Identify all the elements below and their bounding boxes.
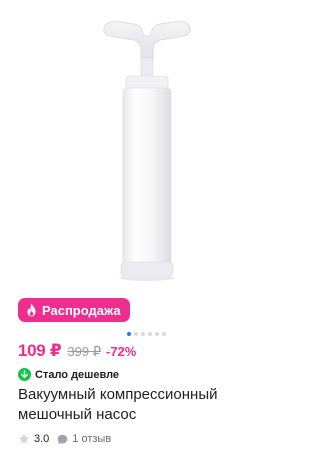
gallery-dots[interactable] — [127, 332, 166, 336]
price-drop-indicator: Стало дешевле — [18, 368, 119, 381]
rating-row: 3.0 1 отзыв — [18, 433, 111, 445]
gallery-dot[interactable] — [155, 332, 159, 336]
gallery-dot[interactable] — [134, 332, 138, 336]
gallery-dot[interactable] — [127, 332, 131, 336]
product-title[interactable]: Вакуумный компрессионный мешочный насос — [18, 385, 276, 425]
price-row: 109 ₽ 399 ₽ -72% — [18, 341, 136, 361]
flame-icon — [27, 303, 36, 317]
current-price: 109 ₽ — [18, 341, 62, 360]
arrow-down-icon — [18, 368, 31, 381]
product-image[interactable] — [8, 0, 275, 292]
old-price: 399 ₽ — [67, 344, 101, 359]
reviews-count[interactable]: 1 отзыв — [72, 433, 111, 445]
discount-percent: -72% — [106, 344, 137, 359]
sale-badge-label: Распродажа — [42, 302, 121, 318]
star-icon — [18, 433, 30, 444]
product-card[interactable]: Распродажа 109 ₽ 399 ₽ -72% Стало дешевл… — [0, 0, 283, 457]
sale-badge: Распродажа — [18, 298, 130, 322]
gallery-dot[interactable] — [141, 332, 145, 336]
rating-value: 3.0 — [34, 433, 50, 445]
gallery-dot[interactable] — [148, 332, 152, 336]
product-image-area[interactable] — [8, 0, 275, 292]
gallery-dot[interactable] — [162, 332, 166, 336]
comment-icon — [57, 434, 68, 444]
price-drop-label: Стало дешевле — [35, 368, 120, 381]
